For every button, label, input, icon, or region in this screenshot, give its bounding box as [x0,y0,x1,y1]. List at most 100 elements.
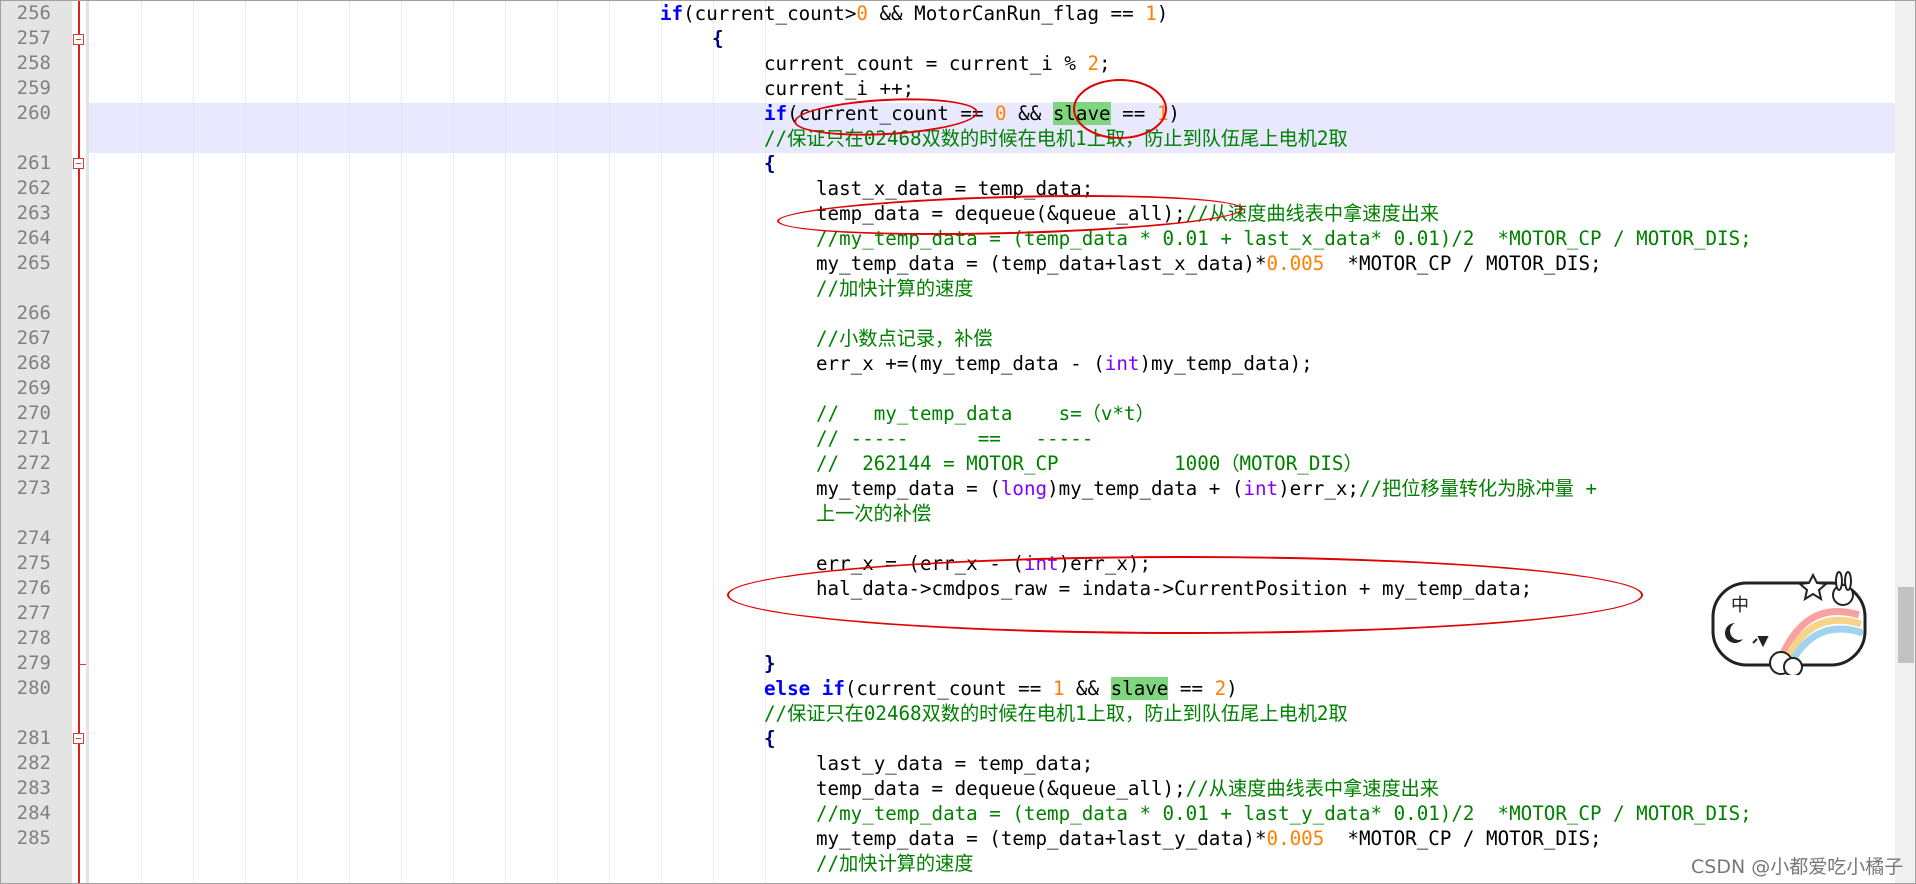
code-text: my_temp_data = ( [816,477,1001,500]
indent-guide [453,1,454,883]
code-text: (current_count == [844,677,1053,700]
indent-guide [557,1,558,883]
keyword: else [764,677,811,700]
line-number: 256 [16,2,51,24]
indent-guide [297,1,298,883]
fold-indicator-line [78,1,80,883]
code-text: && MotorCanRun_flag == [867,2,1146,25]
code-line-268[interactable]: err_x +=(my_temp_data - (int)my_temp_dat… [816,351,1313,376]
line-number: 265 [16,252,51,274]
comment-line-280[interactable]: //保证只在02468双数的时候在电机1上取，防止到队伍尾上电机2取 [764,701,1348,726]
indent-guide [141,1,142,883]
code-text: (current_count> [683,2,857,25]
code-line-256[interactable]: if(current_count>0 && MotorCanRun_flag =… [660,1,1168,26]
code-text: my_temp_data = (temp_data+last_y_data)* [816,827,1267,850]
line-number: 277 [16,602,51,624]
fold-toggle-icon[interactable] [73,34,84,45]
fold-end-tick [79,664,86,665]
indent-guide [245,1,246,883]
indent-guide [505,1,506,883]
indent-guide [713,1,714,883]
code-text: == [1168,677,1215,700]
line-number: 268 [16,352,51,374]
code-line-271[interactable]: // ----- == ----- [816,426,1093,451]
type-keyword: int [1104,352,1140,375]
number-literal: 0.005 [1266,252,1325,275]
line-number: 266 [16,302,51,324]
line-number: 275 [16,552,51,574]
code-line-261[interactable]: { [764,151,776,176]
comment-line-273[interactable]: 上一次的补偿 [816,501,931,526]
code-text: ; [1099,52,1111,75]
number-literal: 0.005 [1266,827,1325,850]
keyword: if [810,677,845,700]
line-number: 271 [16,427,51,449]
code-line-281[interactable]: { [764,726,776,751]
code-text: temp_data = dequeue(&queue_all); [816,777,1186,800]
indent-guide [609,1,610,883]
type-keyword: long [1000,477,1048,500]
code-text: ) [1156,2,1169,25]
highlighted-word-slave: slave [1110,677,1169,700]
fold-toggle-icon[interactable] [73,158,84,169]
code-text: current_count = current_i % [764,52,1088,75]
comment: //从速度曲线表中拿速度出来 [1185,777,1440,800]
vertical-scrollbar[interactable] [1895,1,1915,883]
code-text: ) [1226,677,1238,700]
line-number: 282 [16,752,51,774]
code-line-280[interactable]: else if(current_count == 1 && slave == 2… [764,676,1238,701]
indent-guide [661,1,662,883]
code-line-279[interactable]: } [764,651,776,676]
line-number: 280 [16,677,51,699]
code-line-259[interactable]: current_i ++; [764,76,914,101]
code-text: my_temp_data = (temp_data+last_x_data)* [816,252,1267,275]
code-line-270[interactable]: // my_temp_data s=（v*t） [816,401,1155,426]
line-number: 284 [16,802,51,824]
scrollbar-thumb[interactable] [1898,587,1914,663]
line-number: 279 [16,652,51,674]
type-keyword: int [1243,477,1279,500]
comment-line-265[interactable]: //加快计算的速度 [816,276,973,301]
line-number: 274 [16,527,51,549]
indent-guide [193,1,194,883]
number-literal: 2 [1214,677,1227,700]
code-text: *MOTOR_CP / MOTOR_DIS; [1324,252,1602,275]
line-number: 285 [16,827,51,849]
code-line-267[interactable]: //小数点记录，补偿 [816,326,993,351]
line-number: 270 [16,402,51,424]
line-number: 267 [16,327,51,349]
code-line-273[interactable]: my_temp_data = (long)my_temp_data + (int… [816,476,1597,501]
code-line-265[interactable]: my_temp_data = (temp_data+last_x_data)*0… [816,251,1602,276]
rainbow-sticker-icon: 中 [1711,571,1867,675]
code-text: && [1064,677,1111,700]
line-number: 278 [16,627,51,649]
line-number: 257 [16,27,51,49]
line-number: 276 [16,577,51,599]
number-literal: 0 [995,102,1007,125]
comment-line-285[interactable]: //加快计算的速度 [816,851,973,876]
code-line-258[interactable]: current_count = current_i % 2; [764,51,1111,76]
code-text: )err_x; [1278,477,1359,500]
line-number: 258 [16,52,51,74]
fold-toggle-icon[interactable] [73,733,84,744]
code-text: *MOTOR_CP / MOTOR_DIS; [1324,827,1602,850]
code-editor[interactable]: 256 257 258 259 260 261 262 263 264 265 266 267 268 2… [0,0,1916,884]
indent-guide [401,1,402,883]
code-line-282[interactable]: last_y_data = temp_data; [816,751,1093,776]
line-number: 264 [16,227,51,249]
line-number: 261 [16,152,51,174]
code-line-285[interactable]: my_temp_data = (temp_data+last_y_data)*0… [816,826,1602,851]
watermark: CSDN @小都爱吃小橘子 [1691,856,1904,878]
code-line-272[interactable]: // 262144 = MOTOR_CP 1000（MOTOR_DIS） [816,451,1363,476]
code-line-283[interactable]: temp_data = dequeue(&queue_all);//从速度曲线表… [816,776,1439,801]
indent-guide [349,1,350,883]
line-number: 272 [16,452,51,474]
code-line-257[interactable]: { [712,26,724,51]
code-line-284[interactable]: //my_temp_data = (temp_data * 0.01 + las… [816,801,1752,826]
number-literal: 1 [1145,2,1157,25]
code-text: && [1006,102,1053,125]
code-text: )my_temp_data); [1139,352,1313,375]
number-literal: 2 [1087,52,1100,75]
comment: //把位移量转化为脉冲量 + [1358,477,1598,500]
number-literal: 1 [1052,677,1065,700]
